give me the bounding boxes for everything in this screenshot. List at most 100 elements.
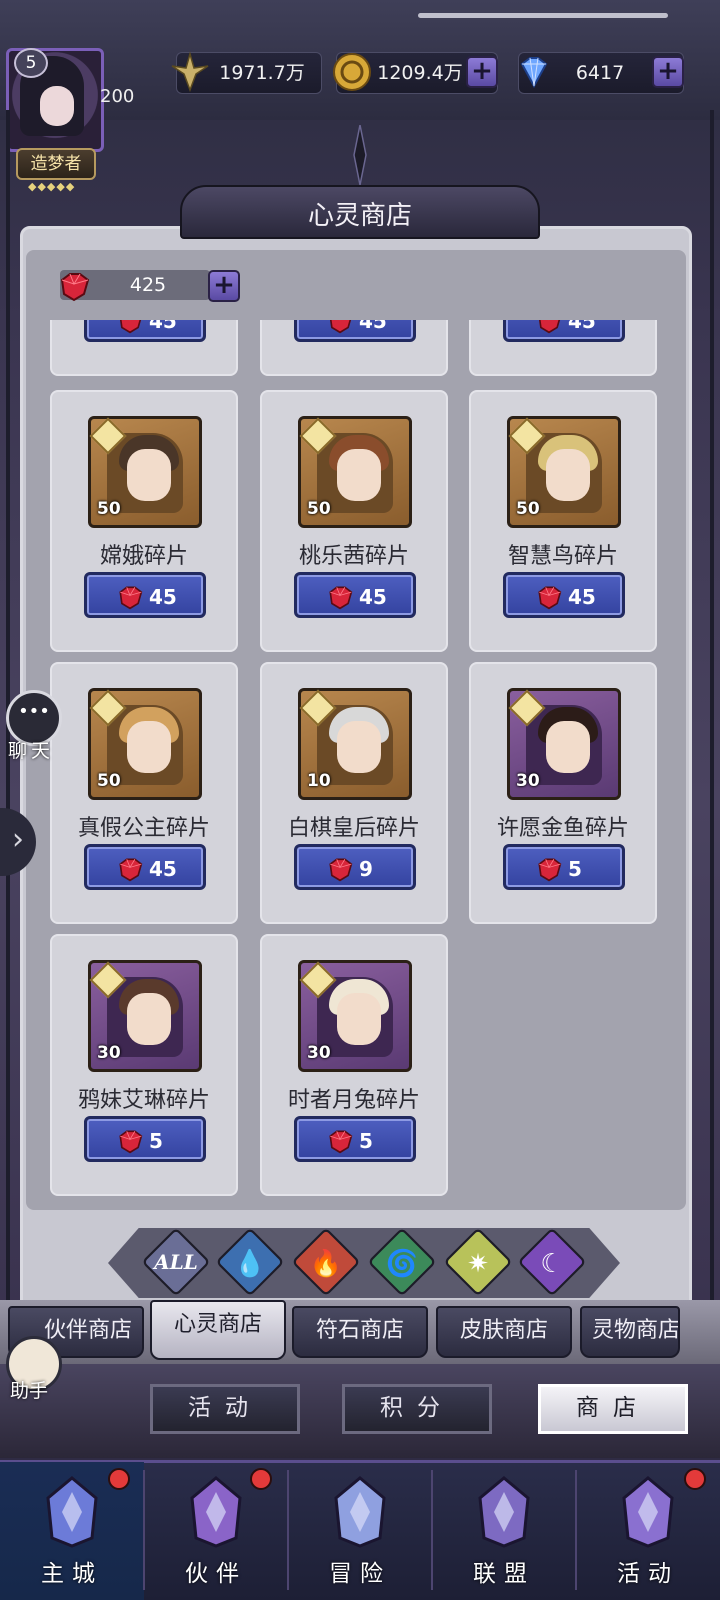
shop-tab[interactable]: 符石商店 — [292, 1306, 428, 1358]
shop-tab[interactable]: 心灵商店 — [150, 1300, 286, 1360]
shop-item-card-partial[interactable]: 45 — [50, 320, 238, 376]
shop-title: 心灵商店 — [307, 201, 412, 231]
hero-face — [546, 721, 590, 773]
shop-item-card-partial[interactable]: 45 — [469, 320, 657, 376]
price-button[interactable]: 5 — [294, 1116, 416, 1162]
price-button[interactable]: 45 — [294, 320, 416, 342]
witch-hat-icon — [190, 1476, 242, 1548]
shop-tab[interactable]: 皮肤商店 — [436, 1306, 572, 1358]
price-button[interactable]: 5 — [84, 1116, 206, 1162]
hero-fragment-portrait: 50 — [88, 416, 202, 528]
price-value: 9 — [359, 857, 373, 881]
red-gem-icon — [115, 320, 145, 334]
red-gem-icon — [534, 856, 564, 882]
price-value: 5 — [568, 857, 582, 881]
item-name: 桃乐茜碎片 — [298, 544, 409, 569]
shop-item-card[interactable]: 30 时者月兔碎片 5 — [260, 934, 448, 1196]
fragment-count: 30 — [516, 771, 540, 791]
add-currency-button[interactable]: + — [208, 270, 240, 302]
status-indicator — [418, 13, 668, 18]
shop-item-card[interactable]: 10 白棋皇后碎片 9 — [260, 662, 448, 924]
shop-item-card[interactable]: 50 真假公主碎片 45 — [50, 662, 238, 924]
shop-item-card-partial[interactable]: 45 — [260, 320, 448, 376]
player-level-badge: 5 — [14, 48, 48, 78]
shop-item-card[interactable]: 50 嫦娥碎片 45 — [50, 390, 238, 652]
red-gem-icon — [534, 320, 564, 334]
power-value: 1971.7万 — [219, 62, 305, 84]
item-name: 智慧鸟碎片 — [507, 544, 618, 569]
price-value: 45 — [149, 585, 177, 609]
red-gem-icon — [325, 1128, 355, 1154]
hero-face — [127, 449, 171, 501]
nav-label: 伙伴 — [185, 1561, 247, 1587]
notification-dot — [684, 1468, 706, 1490]
light-element-icon-glyph: ✷ — [467, 1249, 489, 1279]
red-gem-icon — [325, 320, 355, 334]
nav-item[interactable]: 冒险 — [288, 1462, 432, 1600]
hero-fragment-portrait: 50 — [507, 416, 621, 528]
store-button[interactable]: 商店 — [538, 1384, 688, 1434]
water-element-icon-glyph: 💧 — [233, 1249, 267, 1279]
cards-icon — [622, 1476, 674, 1548]
compass-icon — [334, 1476, 386, 1548]
nav-item[interactable]: 伙伴 — [144, 1462, 288, 1600]
price-button[interactable]: 5 — [503, 844, 625, 890]
price-button[interactable]: 45 — [503, 320, 625, 342]
hero-face — [127, 721, 171, 773]
red-gem-icon — [534, 584, 564, 610]
red-gem-icon — [60, 273, 90, 302]
price-value: 45 — [149, 320, 177, 333]
fragment-count: 50 — [307, 499, 331, 519]
sword-icon — [171, 51, 209, 93]
price-value: 5 — [149, 1129, 163, 1153]
nav-item[interactable]: 活动 — [576, 1462, 720, 1600]
red-gem-icon — [115, 856, 145, 882]
points-button[interactable]: 积分 — [342, 1384, 492, 1434]
price-value: 45 — [568, 320, 596, 333]
hero-fragment-portrait: 10 — [298, 688, 412, 800]
price-button[interactable]: 9 — [294, 844, 416, 890]
currency-amount: 425 — [129, 274, 167, 296]
activity-button[interactable]: 活动 — [150, 1384, 300, 1434]
price-button[interactable]: 45 — [84, 320, 206, 342]
add-gold-button[interactable]: + — [466, 56, 498, 88]
nav-item[interactable]: 主城 — [0, 1462, 144, 1600]
item-name: 真假公主碎片 — [77, 816, 210, 841]
chat-bubble-icon: ••• — [18, 701, 50, 722]
price-button[interactable]: 45 — [84, 844, 206, 890]
hero-face — [337, 721, 381, 773]
shop-item-card[interactable]: 30 鸦妹艾琳碎片 5 — [50, 934, 238, 1196]
price-button[interactable]: 45 — [503, 572, 625, 618]
gold-coin-icon — [333, 53, 371, 91]
hero-fragment-portrait: 50 — [88, 688, 202, 800]
shop-item-card[interactable]: 50 智慧鸟碎片 45 — [469, 390, 657, 652]
add-diamond-button[interactable]: + — [652, 56, 684, 88]
item-name: 嫦娥碎片 — [99, 544, 188, 569]
shop-tab[interactable]: 灵物商店 — [580, 1306, 680, 1358]
nav-label: 冒险 — [329, 1561, 391, 1587]
fragment-count: 10 — [307, 771, 331, 791]
nav-separator — [143, 1470, 145, 1590]
notification-dot — [250, 1468, 272, 1490]
nav-label: 联盟 — [473, 1561, 535, 1587]
red-gem-icon — [115, 1128, 145, 1154]
item-name: 白棋皇后碎片 — [287, 816, 420, 841]
price-button[interactable]: 45 — [84, 572, 206, 618]
filter-all-label: ALL — [154, 1250, 198, 1274]
nav-label: 主城 — [41, 1561, 103, 1587]
price-value: 45 — [149, 857, 177, 881]
diamond-icon — [520, 57, 548, 89]
shop-item-card[interactable]: 50 桃乐茜碎片 45 — [260, 390, 448, 652]
price-value: 45 — [568, 585, 596, 609]
dark-element-icon-glyph: ☾ — [540, 1249, 564, 1279]
shop-item-card[interactable]: 30 许愿金鱼碎片 5 — [469, 662, 657, 924]
price-button[interactable]: 45 — [294, 572, 416, 618]
price-value: 45 — [359, 585, 387, 609]
nav-item[interactable]: 联盟 — [432, 1462, 576, 1600]
item-name: 鸦妹艾琳碎片 — [77, 1088, 210, 1113]
fragment-count: 30 — [307, 1043, 331, 1063]
hero-fragment-portrait: 30 — [88, 960, 202, 1072]
hero-face — [546, 449, 590, 501]
item-name: 许愿金鱼碎片 — [496, 816, 629, 841]
shop-item-grid[interactable]: 45 45 45 50 嫦娥碎片 45 50 桃乐茜碎片 45 50 智慧鸟碎片 45 50 真假公主碎片… — [26, 320, 686, 1210]
